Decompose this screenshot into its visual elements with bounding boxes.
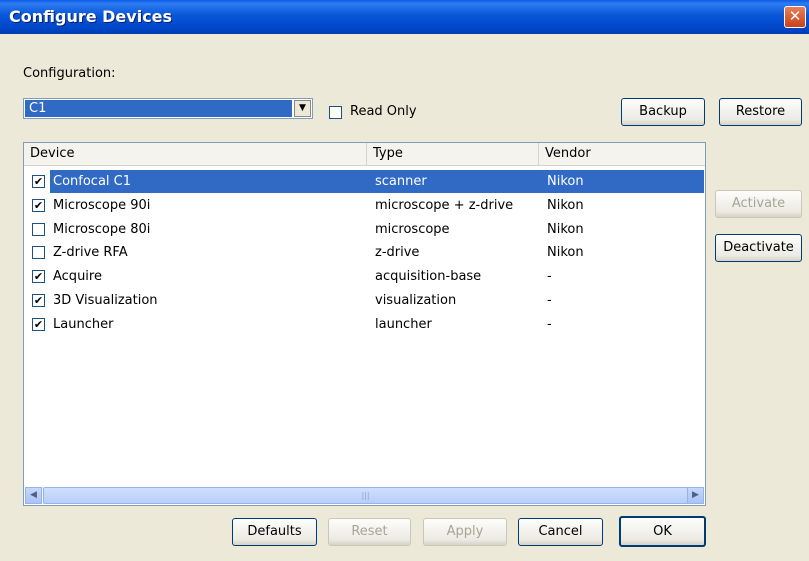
table-row[interactable]: Microscope 80i microscope Nikon (25, 218, 704, 241)
device-name: Z-drive RFA (53, 245, 128, 261)
column-header-type[interactable]: Type (367, 143, 539, 165)
device-vendor: Nikon (547, 221, 584, 237)
scroll-left-icon[interactable]: ◀ (25, 487, 42, 504)
device-vendor: Nikon (547, 245, 584, 261)
scroll-right-icon[interactable]: ▶ (687, 487, 704, 504)
device-checkbox[interactable]: ✔ (32, 175, 45, 188)
restore-button[interactable]: Restore (719, 98, 802, 126)
column-header-vendor[interactable]: Vendor (539, 143, 705, 165)
device-type: microscope (375, 221, 450, 237)
backup-button[interactable]: Backup (621, 98, 705, 126)
device-checkbox[interactable]: ✔ (32, 317, 45, 331)
device-checkbox[interactable] (32, 222, 45, 236)
configuration-label-text: Configuration: (23, 66, 116, 81)
configure-devices-dialog: Configure Devices ✕ Configuration: C1 ▼ … (0, 0, 809, 561)
device-type: visualization (375, 293, 457, 308)
table-row[interactable]: ✔ Confocal C1 scanner Nikon (25, 170, 704, 193)
device-vendor: - (547, 316, 552, 332)
device-checkbox[interactable]: ✔ (32, 294, 45, 307)
ok-button[interactable]: OK (619, 516, 706, 547)
dropdown-arrow-icon[interactable]: ▼ (294, 100, 311, 117)
activate-button[interactable]: Activate (715, 190, 802, 218)
device-type: acquisition-base (375, 269, 482, 285)
deactivate-button[interactable]: Deactivate (715, 234, 802, 262)
device-type: scanner (375, 174, 427, 189)
scroll-thumb[interactable]: ||| (43, 487, 688, 504)
device-vendor: Nikon (547, 174, 584, 189)
title-bar[interactable]: Configure Devices ✕ (0, 0, 809, 34)
device-list[interactable]: Device Type Vendor ✔ Confocal C1 scanner Ni… (23, 142, 706, 506)
apply-button[interactable]: Apply (423, 518, 507, 546)
cancel-button[interactable]: Cancel (518, 518, 603, 546)
table-row[interactable]: ✔ Microscope 90i microscope + z-drive Nikon (25, 194, 704, 217)
window-title: Configure Devices (9, 7, 173, 26)
horizontal-scrollbar[interactable]: ◀ ||| ▶ (25, 487, 704, 504)
device-checkbox[interactable]: ✔ (32, 198, 45, 212)
configuration-value: C1 (25, 100, 292, 117)
configuration-label: Configuration: (23, 66, 116, 81)
table-row[interactable]: Z-drive RFA z-drive Nikon (25, 241, 704, 264)
device-name: 3D Visualization (53, 293, 158, 308)
close-button[interactable]: ✕ (784, 6, 806, 28)
device-name: Acquire (53, 269, 102, 285)
device-name: Launcher (53, 316, 114, 332)
device-name: Microscope 90i (53, 197, 151, 213)
read-only-label[interactable]: Read Only (350, 104, 417, 119)
table-row[interactable]: ✔ Launcher launcher - (25, 313, 704, 336)
configuration-combobox[interactable]: C1 ▼ (23, 98, 313, 119)
column-header-device[interactable]: Device (24, 143, 367, 165)
table-row[interactable]: ✔ 3D Visualization visualization - (25, 289, 704, 312)
list-header: Device Type Vendor (24, 143, 705, 166)
device-vendor: Nikon (547, 197, 584, 213)
table-row[interactable]: ✔ Acquire acquisition-base - (25, 265, 704, 288)
device-checkbox[interactable] (32, 246, 45, 260)
device-type: launcher (375, 316, 432, 332)
device-vendor: - (547, 269, 552, 285)
device-type: z-drive (375, 245, 420, 261)
device-name: Microscope 80i (53, 221, 151, 237)
defaults-button[interactable]: Defaults (232, 518, 317, 546)
device-name: Confocal C1 (53, 174, 132, 189)
read-only-checkbox[interactable] (329, 106, 342, 119)
device-type: microscope + z-drive (375, 197, 514, 213)
device-checkbox[interactable]: ✔ (32, 270, 45, 284)
reset-button[interactable]: Reset (328, 518, 411, 546)
device-vendor: - (547, 293, 552, 308)
